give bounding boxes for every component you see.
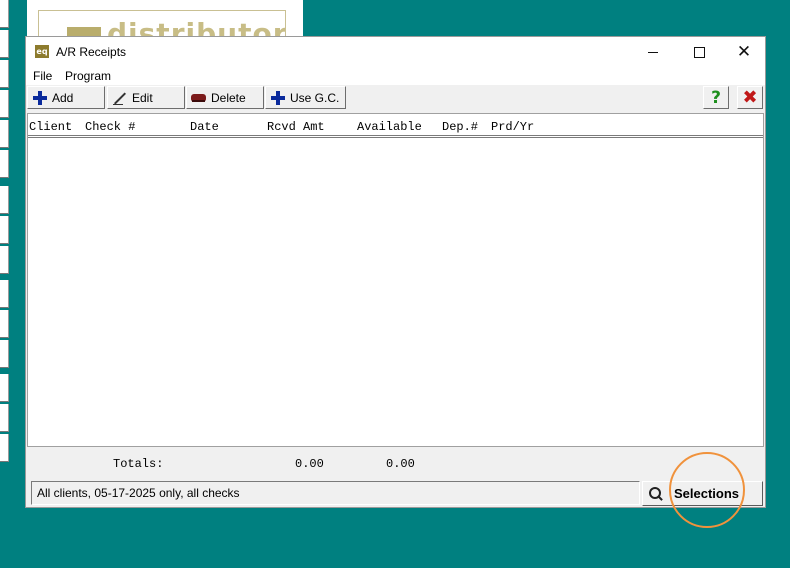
column-header-available[interactable]: Available — [357, 120, 422, 134]
side-strip-item — [0, 340, 9, 368]
maximize-button[interactable] — [676, 37, 722, 67]
use-gc-label: Use G.C. — [290, 90, 340, 105]
maximize-icon — [693, 46, 705, 58]
selections-button[interactable]: Selections — [642, 481, 763, 506]
side-strip-item — [0, 310, 9, 338]
totals-available: 0.00 — [386, 457, 415, 471]
close-icon: ✕ — [736, 41, 752, 62]
receipts-grid[interactable]: Client Check # Date Rcvd Amt Available D… — [27, 113, 764, 447]
background-side-strip — [0, 0, 10, 470]
totals-row: Totals: 0.00 0.00 — [26, 455, 765, 475]
help-icon: ? — [711, 87, 721, 108]
totals-rcvd-amt: 0.00 — [295, 457, 324, 471]
magnifier-icon — [648, 486, 665, 501]
window-title: A/R Receipts — [56, 45, 127, 59]
grid-header: Client Check # Date Rcvd Amt Available D… — [28, 114, 763, 138]
delete-icon — [191, 90, 207, 106]
totals-label: Totals: — [113, 457, 164, 471]
help-button[interactable]: ? — [703, 86, 729, 109]
plus-icon — [270, 90, 286, 106]
side-strip-item — [0, 90, 9, 118]
column-header-date[interactable]: Date — [190, 120, 219, 134]
column-header-prd-yr[interactable]: Prd/Yr — [491, 120, 534, 134]
use-gc-button[interactable]: Use G.C. — [265, 86, 346, 109]
close-button[interactable]: ✕ — [721, 37, 767, 67]
edit-button[interactable]: Edit — [107, 86, 185, 109]
menu-bar: File Program — [26, 67, 765, 85]
status-bar: All clients, 05-17-2025 only, all checks — [31, 481, 640, 505]
column-header-rcvd-amt[interactable]: Rcvd Amt — [267, 120, 325, 134]
ar-receipts-window: eq A/R Receipts ✕ File Program Add Edit … — [25, 36, 766, 508]
side-strip-item — [0, 186, 9, 214]
add-label: Add — [52, 90, 74, 105]
delete-button[interactable]: Delete — [186, 86, 264, 109]
column-header-check[interactable]: Check # — [85, 120, 135, 134]
title-bar[interactable]: eq A/R Receipts ✕ — [26, 37, 765, 67]
side-strip-item — [0, 0, 9, 28]
status-text: All clients, 05-17-2025 only, all checks — [37, 486, 240, 500]
menu-program[interactable]: Program — [65, 69, 111, 83]
plus-icon — [32, 90, 48, 106]
side-strip-item — [0, 246, 9, 274]
edit-label: Edit — [132, 90, 153, 105]
column-header-client[interactable]: Client — [29, 120, 72, 134]
side-strip-item — [0, 434, 9, 462]
exit-icon: ✖ — [742, 87, 758, 108]
add-button[interactable]: Add — [27, 86, 105, 109]
side-strip-item — [0, 60, 9, 88]
side-strip-item — [0, 374, 9, 402]
side-strip-item — [0, 150, 9, 178]
pencil-icon — [112, 90, 128, 106]
selections-label: Selections — [674, 486, 740, 501]
column-header-dep[interactable]: Dep.# — [442, 120, 478, 134]
minimize-icon — [648, 51, 658, 53]
minimize-button[interactable] — [630, 37, 676, 67]
delete-label: Delete — [211, 90, 246, 105]
app-icon: eq — [35, 45, 49, 58]
menu-file[interactable]: File — [33, 69, 52, 83]
side-strip-item — [0, 216, 9, 244]
side-strip-item — [0, 280, 9, 308]
side-strip-item — [0, 404, 9, 432]
exit-button[interactable]: ✖ — [737, 86, 763, 109]
side-strip-item — [0, 30, 9, 58]
toolbar: Add Edit Delete Use G.C. ? ✖ — [26, 85, 765, 111]
side-strip-item — [0, 120, 9, 148]
